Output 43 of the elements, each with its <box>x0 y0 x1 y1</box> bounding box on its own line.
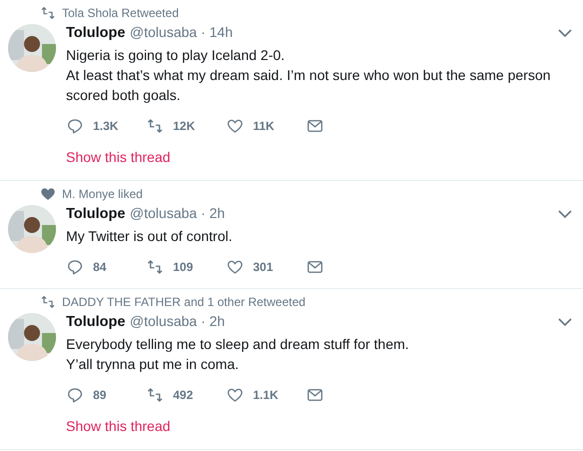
mail-icon <box>306 258 324 276</box>
heart-icon <box>40 186 56 202</box>
author-name[interactable]: Tolulope <box>66 206 126 222</box>
show-thread-link[interactable]: Show this thread <box>66 416 170 437</box>
retweet-count: 492 <box>173 387 194 404</box>
author-name[interactable]: Tolulope <box>66 314 126 330</box>
retweet-icon <box>40 294 56 310</box>
avatar[interactable] <box>8 313 56 361</box>
retweet-icon <box>146 386 164 404</box>
reply-count: 89 <box>93 387 106 404</box>
tweet-text: My Twitter is out of control. <box>66 227 234 246</box>
context-label: M. Monye liked <box>62 186 143 203</box>
retweet-count: 109 <box>173 259 194 276</box>
tweet-meta: @tolusaba · 2h <box>130 313 225 329</box>
mail-icon <box>306 386 324 404</box>
tweet-meta: @tolusaba · 14h <box>130 24 233 40</box>
tweet-text: Everybody telling me to sleep and dream stuff for them. <box>66 335 410 354</box>
like-count: 301 <box>253 259 274 276</box>
heart-icon <box>226 117 244 135</box>
heart-icon <box>226 258 244 276</box>
tweet-text: At least that’s what my dream said. I’m not sure who won but the same person scored both goals. <box>66 66 552 105</box>
retweet-icon <box>146 258 164 276</box>
reply-icon <box>66 386 84 404</box>
mail-icon <box>306 117 324 135</box>
like-count: 1.1K <box>253 387 278 404</box>
tweet-meta: @tolusaba · 2h <box>130 205 225 221</box>
tweet-text: Nigeria is going to play Iceland 2-0. <box>66 46 286 65</box>
reply-icon <box>66 117 84 135</box>
author-name[interactable]: Tolulope <box>66 25 126 41</box>
retweet-icon <box>40 5 56 21</box>
show-thread-link[interactable]: Show this thread <box>66 147 170 168</box>
like-count: 11K <box>253 118 274 135</box>
reply-count: 1.3K <box>93 118 118 135</box>
reply-icon <box>66 258 84 276</box>
heart-icon <box>226 386 244 404</box>
reply-count: 84 <box>93 259 106 276</box>
avatar[interactable] <box>8 205 56 253</box>
context-label: Tola Shola Retweeted <box>62 5 179 22</box>
retweet-icon <box>146 117 164 135</box>
tweet-text: Y’all trynna put me in coma. <box>66 355 240 374</box>
context-label: DADDY THE FATHER and 1 other Retweeted <box>62 294 306 311</box>
avatar[interactable] <box>8 24 56 72</box>
retweet-count: 12K <box>173 118 196 135</box>
